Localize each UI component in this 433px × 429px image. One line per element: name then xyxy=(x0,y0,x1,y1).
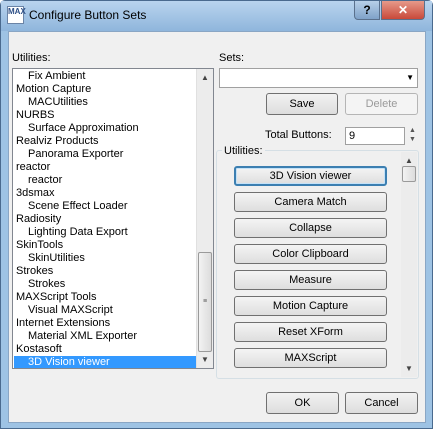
spinner-up-icon[interactable]: ▲ xyxy=(407,126,418,135)
scroll-down-icon[interactable]: ▼ xyxy=(197,351,213,368)
list-item[interactable]: Panorama Exporter xyxy=(14,148,196,161)
list-item[interactable]: reactor xyxy=(14,161,196,174)
utility-button[interactable]: Color Clipboard xyxy=(234,244,387,264)
list-item[interactable]: Visual MAXScript xyxy=(14,304,196,317)
utilities-listbox[interactable]: Fix Ambient Motion Capture MACUtilities NUR… xyxy=(12,68,214,369)
utilities-list-label: Utilities: xyxy=(12,52,51,64)
title-bar: MAX Configure Button Sets ? ✕ xyxy=(1,1,432,31)
scroll-up-icon[interactable]: ▲ xyxy=(197,69,213,86)
scroll-down-icon[interactable]: ▼ xyxy=(401,360,417,377)
utility-button[interactable]: Measure xyxy=(234,270,387,290)
list-item[interactable]: Strokes xyxy=(14,265,196,278)
list-item[interactable]: Kostasoft xyxy=(14,343,196,356)
spinner-down-icon[interactable]: ▼ xyxy=(407,135,418,144)
list-item[interactable]: Scene Effect Loader xyxy=(14,200,196,213)
utility-button[interactable]: 3D Vision viewer xyxy=(234,166,387,186)
list-item[interactable]: 3dsmax xyxy=(14,187,196,200)
save-button[interactable]: Save xyxy=(266,93,338,115)
list-item[interactable]: Fix Ambient xyxy=(14,70,196,83)
list-item[interactable]: Material XML Exporter xyxy=(14,330,196,343)
sets-combobox[interactable]: ▼ xyxy=(219,68,418,88)
utility-button[interactable]: Camera Match xyxy=(234,192,387,212)
sets-label: Sets: xyxy=(219,52,245,64)
list-item[interactable]: Realviz Products xyxy=(14,135,196,148)
configure-button-sets-dialog: MAX Configure Button Sets ? ✕ Utilities:… xyxy=(0,0,433,429)
list-item[interactable]: Strokes xyxy=(14,278,196,291)
list-item[interactable]: NURBS xyxy=(14,109,196,122)
utilities-list-scrollbar[interactable]: ▲ ≡ ▼ xyxy=(196,69,213,368)
chevron-down-icon[interactable]: ▼ xyxy=(406,73,414,82)
total-buttons-spinner[interactable]: ▲ ▼ xyxy=(407,126,418,146)
window-title: Configure Button Sets xyxy=(29,8,147,22)
scroll-thumb[interactable]: ≡ xyxy=(198,252,212,352)
list-item[interactable]: Radiosity xyxy=(14,213,196,226)
list-item[interactable]: Lighting Data Export xyxy=(14,226,196,239)
utilities-button-list: 3D Vision viewer Camera Match Collapse Colo… xyxy=(220,158,399,377)
utility-button[interactable]: Motion Capture xyxy=(234,296,387,316)
list-item[interactable]: MAXScript Tools xyxy=(14,291,196,304)
total-buttons-field[interactable]: 9 xyxy=(345,127,405,145)
help-button[interactable]: ? xyxy=(354,1,380,20)
utilities-button-scrollbar[interactable]: ▲ ▼ xyxy=(401,152,417,377)
cancel-button[interactable]: Cancel xyxy=(345,392,418,414)
scroll-thumb[interactable] xyxy=(402,166,416,182)
ok-button[interactable]: OK xyxy=(266,392,339,414)
list-item[interactable]: SkinTools xyxy=(14,239,196,252)
dialog-body: Utilities: Fix Ambient Motion Capture MACU… xyxy=(8,31,426,423)
utility-button[interactable]: Collapse xyxy=(234,218,387,238)
list-item[interactable]: 3D Vision viewer xyxy=(14,356,196,368)
utility-button[interactable]: MAXScript xyxy=(234,348,387,368)
utilities-group-label: Utilities: xyxy=(222,145,265,157)
list-item[interactable]: reactor xyxy=(14,174,196,187)
delete-button[interactable]: Delete xyxy=(345,93,418,115)
list-item[interactable]: Motion Capture xyxy=(14,83,196,96)
total-buttons-label: Total Buttons: xyxy=(265,129,332,141)
close-button[interactable]: ✕ xyxy=(381,1,425,20)
list-item[interactable]: Surface Approximation xyxy=(14,122,196,135)
list-item[interactable]: Internet Extensions xyxy=(14,317,196,330)
app-logo-icon: MAX xyxy=(7,6,26,24)
list-item[interactable]: MACUtilities xyxy=(14,96,196,109)
utility-button[interactable]: Reset XForm xyxy=(234,322,387,342)
list-item[interactable]: SkinUtilities xyxy=(14,252,196,265)
